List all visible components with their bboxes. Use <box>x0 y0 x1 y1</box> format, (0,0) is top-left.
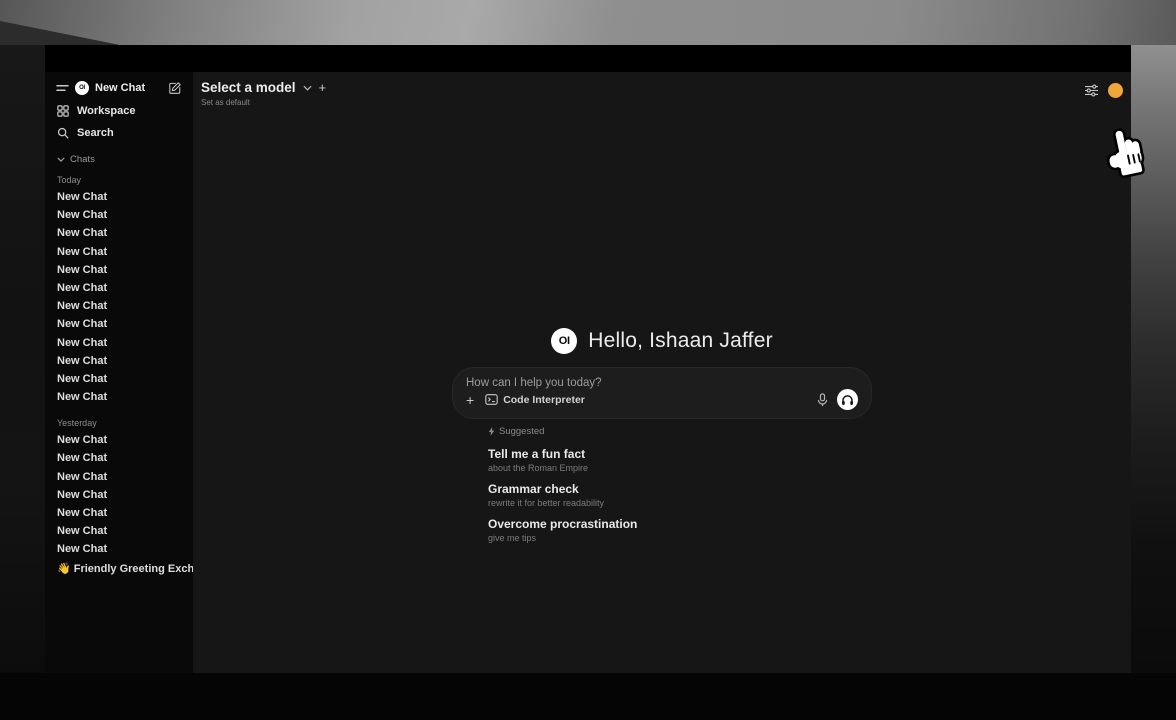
sidebar: OI New Chat <box>45 72 193 673</box>
suggested-prompt[interactable]: Grammar check rewrite it for better read… <box>488 482 872 508</box>
microphone-icon[interactable] <box>817 393 828 407</box>
set-as-default-link[interactable]: Set as default <box>201 98 326 107</box>
suggested-header: Suggested <box>488 426 872 437</box>
chat-list-item[interactable]: New Chat <box>45 297 193 315</box>
chat-list-item[interactable]: New Chat <box>45 243 193 261</box>
add-model-button[interactable]: + <box>319 81 327 94</box>
chat-list-item[interactable]: New Chat <box>45 224 193 242</box>
model-selector-block: Select a model + Set as default <box>201 80 326 107</box>
chat-list-item[interactable]: New Chat <box>45 370 193 388</box>
sidebar-header: OI New Chat <box>45 72 193 100</box>
chats-section-label: Chats <box>70 154 95 165</box>
voice-call-button[interactable] <box>837 389 858 410</box>
model-selector[interactable]: Select a model + <box>201 80 326 95</box>
suggested-prompt[interactable]: Tell me a fun fact about the Roman Empir… <box>488 447 872 473</box>
suggested-prompt-title: Tell me a fun fact <box>488 447 872 461</box>
chat-list-item[interactable]: New Chat <box>45 504 193 522</box>
model-chevron-down-icon <box>303 85 312 91</box>
welcome-block: OI Hello, Ishaan Jaffer How can I help y… <box>452 328 872 552</box>
workspace-label: Workspace <box>77 105 136 117</box>
workspace-grid-icon <box>57 105 69 117</box>
chat-list-item[interactable]: New Chat <box>45 352 193 370</box>
chat-list-item[interactable]: New Chat <box>45 261 193 279</box>
suggested-prompt[interactable]: Overcome procrastination give me tips <box>488 517 872 543</box>
new-chat-icon[interactable] <box>168 81 182 95</box>
greeting-row: OI Hello, Ishaan Jaffer <box>452 328 872 354</box>
desktop-background-right <box>1131 45 1176 720</box>
chat-list-today: New ChatNew ChatNew ChatNew ChatNew Chat… <box>45 188 193 406</box>
chat-item-friendly-greeting-exchange[interactable]: 👋 Friendly Greeting Exchange <box>45 560 193 578</box>
suggested-prompt-subtitle: about the Roman Empire <box>488 463 872 473</box>
search-icon <box>57 127 69 139</box>
sidebar-item-search[interactable]: Search <box>45 122 193 144</box>
bolt-icon <box>488 427 495 436</box>
desktop-background-bottom <box>0 673 1176 720</box>
headphones-icon <box>841 394 854 406</box>
chat-group-label-yesterday: Yesterday <box>45 406 193 431</box>
suggested-prompt-title: Grammar check <box>488 482 872 496</box>
suggested-prompt-subtitle: rewrite it for better readability <box>488 498 872 508</box>
code-interpreter-toggle[interactable]: Code Interpreter <box>485 394 585 406</box>
chat-list-yesterday: New ChatNew ChatNew ChatNew ChatNew Chat… <box>45 431 193 558</box>
suggested-prompt-title: Overcome procrastination <box>488 517 872 531</box>
composer-toolbar: + Code Interpreter <box>466 389 858 410</box>
attach-plus-button[interactable]: + <box>466 393 474 407</box>
app-logo: OI <box>75 81 89 95</box>
chevron-down-icon <box>57 157 65 162</box>
main-header: Select a model + Set as default <box>193 72 1131 107</box>
main-content: Select a model + Set as default <box>193 72 1131 673</box>
chat-list-item[interactable]: New Chat <box>45 449 193 467</box>
chat-group-label-today: Today <box>45 167 193 188</box>
suggested-prompt-subtitle: give me tips <box>488 533 872 543</box>
desktop: OI New Chat <box>0 0 1176 720</box>
desktop-background-top <box>0 0 1176 45</box>
desktop-background-left <box>0 45 45 720</box>
open-webui-window: OI New Chat <box>45 45 1131 673</box>
greeting-logo: OI <box>551 328 577 354</box>
message-input-placeholder[interactable]: How can I help you today? <box>466 377 858 389</box>
chat-list-item[interactable]: New Chat <box>45 188 193 206</box>
chat-list-item[interactable]: New Chat <box>45 334 193 352</box>
user-avatar[interactable] <box>1108 83 1123 98</box>
header-right-controls <box>1084 83 1123 98</box>
chat-list-item[interactable]: New Chat <box>45 522 193 540</box>
suggested-list: Tell me a fun fact about the Roman Empir… <box>488 447 872 543</box>
chat-list-item[interactable]: New Chat <box>45 540 193 558</box>
chat-list-item[interactable]: New Chat <box>45 431 193 449</box>
controls-sliders-icon[interactable] <box>1084 84 1099 97</box>
sidebar-new-chat-title[interactable]: New Chat <box>95 82 162 94</box>
suggested-section: Suggested Tell me a fun fact about the R… <box>452 426 872 543</box>
message-composer[interactable]: How can I help you today? + <box>452 367 872 419</box>
chat-list-item[interactable]: New Chat <box>45 315 193 333</box>
model-selector-label: Select a model <box>201 80 296 95</box>
chat-list-item[interactable]: New Chat <box>45 486 193 504</box>
chat-list-item[interactable]: New Chat <box>45 468 193 486</box>
code-interpreter-label: Code Interpreter <box>503 394 585 406</box>
search-label: Search <box>77 127 114 139</box>
greeting-text: Hello, Ishaan Jaffer <box>588 329 773 353</box>
chats-section-toggle[interactable]: Chats <box>45 144 193 167</box>
chat-list-item[interactable]: New Chat <box>45 388 193 406</box>
window-top-bar <box>45 45 1131 72</box>
suggested-label: Suggested <box>499 426 544 437</box>
sidebar-toggle-icon[interactable] <box>56 83 69 93</box>
chat-list-item[interactable]: New Chat <box>45 279 193 297</box>
terminal-icon <box>485 394 498 405</box>
sidebar-item-workspace[interactable]: Workspace <box>45 100 193 122</box>
chat-list-item[interactable]: New Chat <box>45 206 193 224</box>
